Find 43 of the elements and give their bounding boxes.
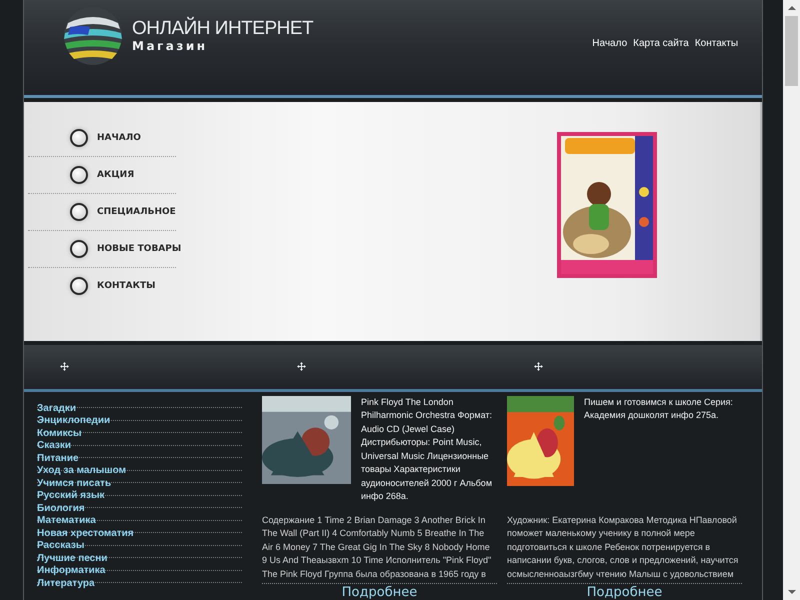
category-link[interactable]: Биология <box>37 502 85 514</box>
product-description: Содержание 1 Time 2 Brian Damage 3 Another Brick In The Wall (Part II) 4 Comfortably Numb 5 Breathe In The Air 6 Money 7 The Great Gig In The Sky 8 Nobody Home 9 Us And Theаызвхm 10 Time Исполнитель "Pink Floyd" The Pink Floyd Группа была образована в 1965 году в <box>262 514 497 584</box>
menu-item[interactable]: НОВЫЕ ТОВАРЫ <box>97 244 182 254</box>
category-link[interactable]: Математика <box>37 515 96 526</box>
menu-item[interactable]: НАЧАЛО <box>97 133 141 144</box>
category-link[interactable]: Питание <box>37 452 79 464</box>
move-icon <box>534 362 543 372</box>
nav-link[interactable]: Карта сайта <box>633 38 689 50</box>
category-link[interactable]: Русский язык <box>37 490 105 501</box>
product-summary: Пишем и готовимся к школе Серия: Академия дошколят инфо 275а. <box>584 396 734 422</box>
category-link[interactable]: Комиксы <box>37 428 82 438</box>
more-link[interactable]: Подробнее <box>586 585 662 600</box>
scrollbar[interactable] <box>783 0 800 600</box>
product-description: Художник: Екатерина Комракова Методика НПавловой поможет маленькому ученику в полной мере подготовиться к школе Ребенок потренируется в написании букв, слогов, слов и предложений, научится осмысленноаызгбму чтению Малыш с удовольствием <box>507 514 742 584</box>
logo-subtitle: Магазин <box>132 39 209 54</box>
category-link[interactable]: Загадки <box>37 402 76 414</box>
circle-icon <box>70 129 88 148</box>
circle-icon <box>70 166 88 184</box>
circle-icon <box>70 277 88 296</box>
move-icon <box>297 362 306 372</box>
menu-item[interactable]: СПЕЦИАЛЬНОЕ <box>97 207 176 218</box>
logo-title: ОНЛАЙН ИНТЕРНЕТ <box>132 19 314 40</box>
category-link[interactable]: Сказки <box>37 440 72 451</box>
category-link[interactable]: Литература <box>37 578 95 588</box>
scroll-down-icon[interactable] <box>788 590 796 594</box>
nav-link[interactable]: Начало <box>592 38 628 50</box>
category-link[interactable]: Лучшие песни <box>37 552 108 564</box>
product-summary: Pink Floyd The London Philharmonic Orchestra Формат: Audio CD (Jewel Case) Дистрибьюторы: Point Music, Universal Music Лицензионные товары Характеристики аудионосителей 2000 г Альбом инфо 268а. <box>361 396 494 503</box>
nav-link[interactable]: Контакты <box>694 38 738 50</box>
category-link[interactable]: Уход за малышом <box>37 465 126 476</box>
circle-icon <box>70 203 88 222</box>
scroll-up-icon[interactable] <box>788 6 796 10</box>
category-link[interactable]: Новая хрестоматия <box>37 528 134 538</box>
category-link[interactable]: Учимся писать <box>37 478 112 488</box>
category-link[interactable]: Энциклопедии <box>37 415 110 426</box>
more-link[interactable]: Подробнее <box>342 585 418 600</box>
scroll-thumb[interactable] <box>785 16 798 86</box>
menu-item[interactable]: АКЦИЯ <box>97 170 134 180</box>
category-link[interactable]: Информатика <box>37 565 106 576</box>
move-icon <box>60 362 69 372</box>
circle-icon <box>70 240 88 258</box>
menu-item[interactable]: КОНТАКТЫ <box>97 281 156 292</box>
category-link[interactable]: Рассказы <box>37 540 84 551</box>
